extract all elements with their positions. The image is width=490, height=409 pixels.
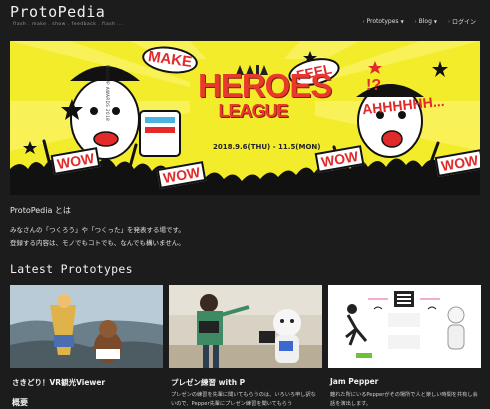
prototype-title[interactable]: さきどり！VR観光Viewer <box>12 377 105 388</box>
nav-prototypes[interactable]: › Prototypes ▼ <box>362 17 403 26</box>
prototype-thumbnail[interactable] <box>328 285 481 368</box>
chevron-right-icon: › <box>414 18 417 25</box>
chevron-right-icon: › <box>447 18 450 25</box>
banner-title: HEROES LEAGUE <box>198 69 332 121</box>
about-line: 登録する内容は、モノでもコトでも、なんでも構いません。 <box>10 239 185 247</box>
prototype-summary: 離れた所にいるPepperがその場所で人と楽しい時間を共有し会話を演出します。 <box>330 392 478 407</box>
nav-prototypes-label: Prototypes <box>366 18 399 25</box>
presentation-photo <box>169 285 322 368</box>
prototype-thumbnail[interactable] <box>10 285 163 368</box>
banner-date: 2018.9.6(THU) - 11.5(MON) <box>213 143 321 151</box>
chevron-right-icon: › <box>362 18 365 25</box>
about-line: みなさんの「つくろう」や「つくった」を発表する場です。 <box>10 226 185 234</box>
about-description: みなさんの「つくろう」や「つくった」を発表する場です。 登録する内容は、モノでも… <box>10 224 185 250</box>
banner-title-league: LEAGUE <box>218 101 288 121</box>
award-vertical-text: MASHUP AWARDS 2018 <box>105 65 110 122</box>
hero-banner[interactable]: MASHUP AWARDS 2018 MAKE FEEL !? AHHHHHH.… <box>10 41 480 195</box>
prototype-card[interactable]: さきどり！VR観光Viewer 概要 <box>10 283 163 408</box>
exclaim-text: !? <box>366 77 382 94</box>
prototype-card[interactable]: Jam Pepper 離れた所にいるPepperがその場所で人と楽しい時間を共有… <box>328 283 481 408</box>
latest-prototypes-heading: Latest Prototypes <box>10 262 133 276</box>
vr-scene-image <box>10 285 163 368</box>
jam-pepper-diagram <box>328 285 481 368</box>
caret-down-icon: ▼ <box>400 19 404 24</box>
prototype-card[interactable]: プレゼン練習 with P プレゼンの練習を先輩に聞いてもらうのは、いろいろ申し… <box>169 283 322 408</box>
about-title: ProtoPedia とは <box>10 206 71 215</box>
site-tagline: flash . make . show . feedback . flash .… <box>13 22 124 27</box>
banner-title-heroes: HEROES <box>198 67 332 104</box>
prototype-summary-heading: 概要 <box>12 398 28 407</box>
caret-down-icon: ▼ <box>433 19 437 24</box>
site-logo[interactable]: ProtoPedia <box>10 3 105 21</box>
prototype-summary: プレゼンの練習を先輩に聞いてもらうのは、いろいろ申し訳ないので、Pepper先輩… <box>171 392 316 407</box>
site-header: ProtoPedia flash . make . show . feedbac… <box>0 0 490 36</box>
nav-blog[interactable]: › Blog ▼ <box>415 17 437 26</box>
prototype-title[interactable]: プレゼン練習 with P <box>171 377 245 388</box>
nav-login-label: ログイン <box>451 19 476 26</box>
main-nav: › Prototypes ▼ › Blog ▼ › ログイン <box>362 17 476 26</box>
nav-login[interactable]: › ログイン <box>447 17 476 27</box>
nav-blog-label: Blog <box>418 18 432 25</box>
prototype-title[interactable]: Jam Pepper <box>330 377 378 386</box>
prototype-thumbnail[interactable] <box>169 285 322 368</box>
